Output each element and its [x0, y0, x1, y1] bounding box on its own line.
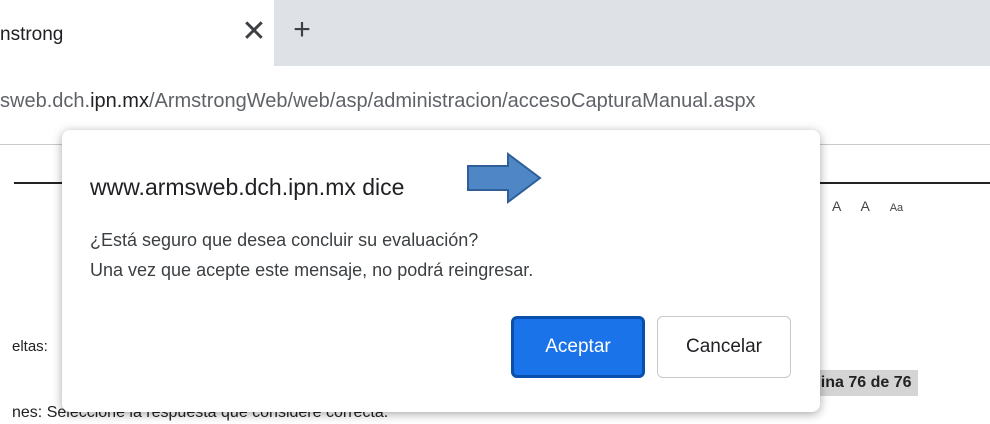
url-host: ipn.mx	[90, 90, 149, 112]
confirm-dialog: www.armsweb.dch.ipn.mx dice ¿Está seguro…	[62, 130, 820, 412]
right-arrow-icon	[467, 152, 542, 204]
dialog-message-line2: Una vez que acepte este mensaje, no podr…	[90, 260, 534, 280]
cancel-button[interactable]: Cancelar	[657, 316, 791, 378]
accept-button[interactable]: Aceptar	[511, 316, 645, 378]
url-path: /ArmstrongWeb/web/asp/administracion/acc…	[148, 90, 756, 112]
dialog-message-line1: ¿Está seguro que desea concluir su evalu…	[90, 230, 479, 250]
tab-title: nstrong	[0, 24, 64, 45]
questions-label: eltas:	[12, 338, 48, 355]
close-tab-icon[interactable]: ✕	[238, 16, 270, 48]
arrow-shape	[467, 152, 542, 204]
tab-strip: nstrong ✕ +	[0, 0, 990, 66]
font-increase-button[interactable]: A	[832, 198, 841, 214]
font-decrease-button[interactable]: A	[860, 198, 869, 214]
font-reset-button[interactable]: Aa	[890, 202, 903, 214]
page-indicator: gina 76 de 76	[805, 370, 918, 396]
dialog-title: www.armsweb.dch.ipn.mx dice	[90, 174, 405, 200]
font-size-controls: A A Aa	[832, 198, 919, 214]
url-prefix: sweb.dch.	[0, 90, 91, 112]
url-text[interactable]: sweb.dch.ipn.mx/ArmstrongWeb/web/asp/adm…	[0, 90, 756, 113]
active-tab[interactable]: nstrong ✕	[0, 0, 274, 66]
new-tab-icon[interactable]: +	[286, 14, 318, 46]
